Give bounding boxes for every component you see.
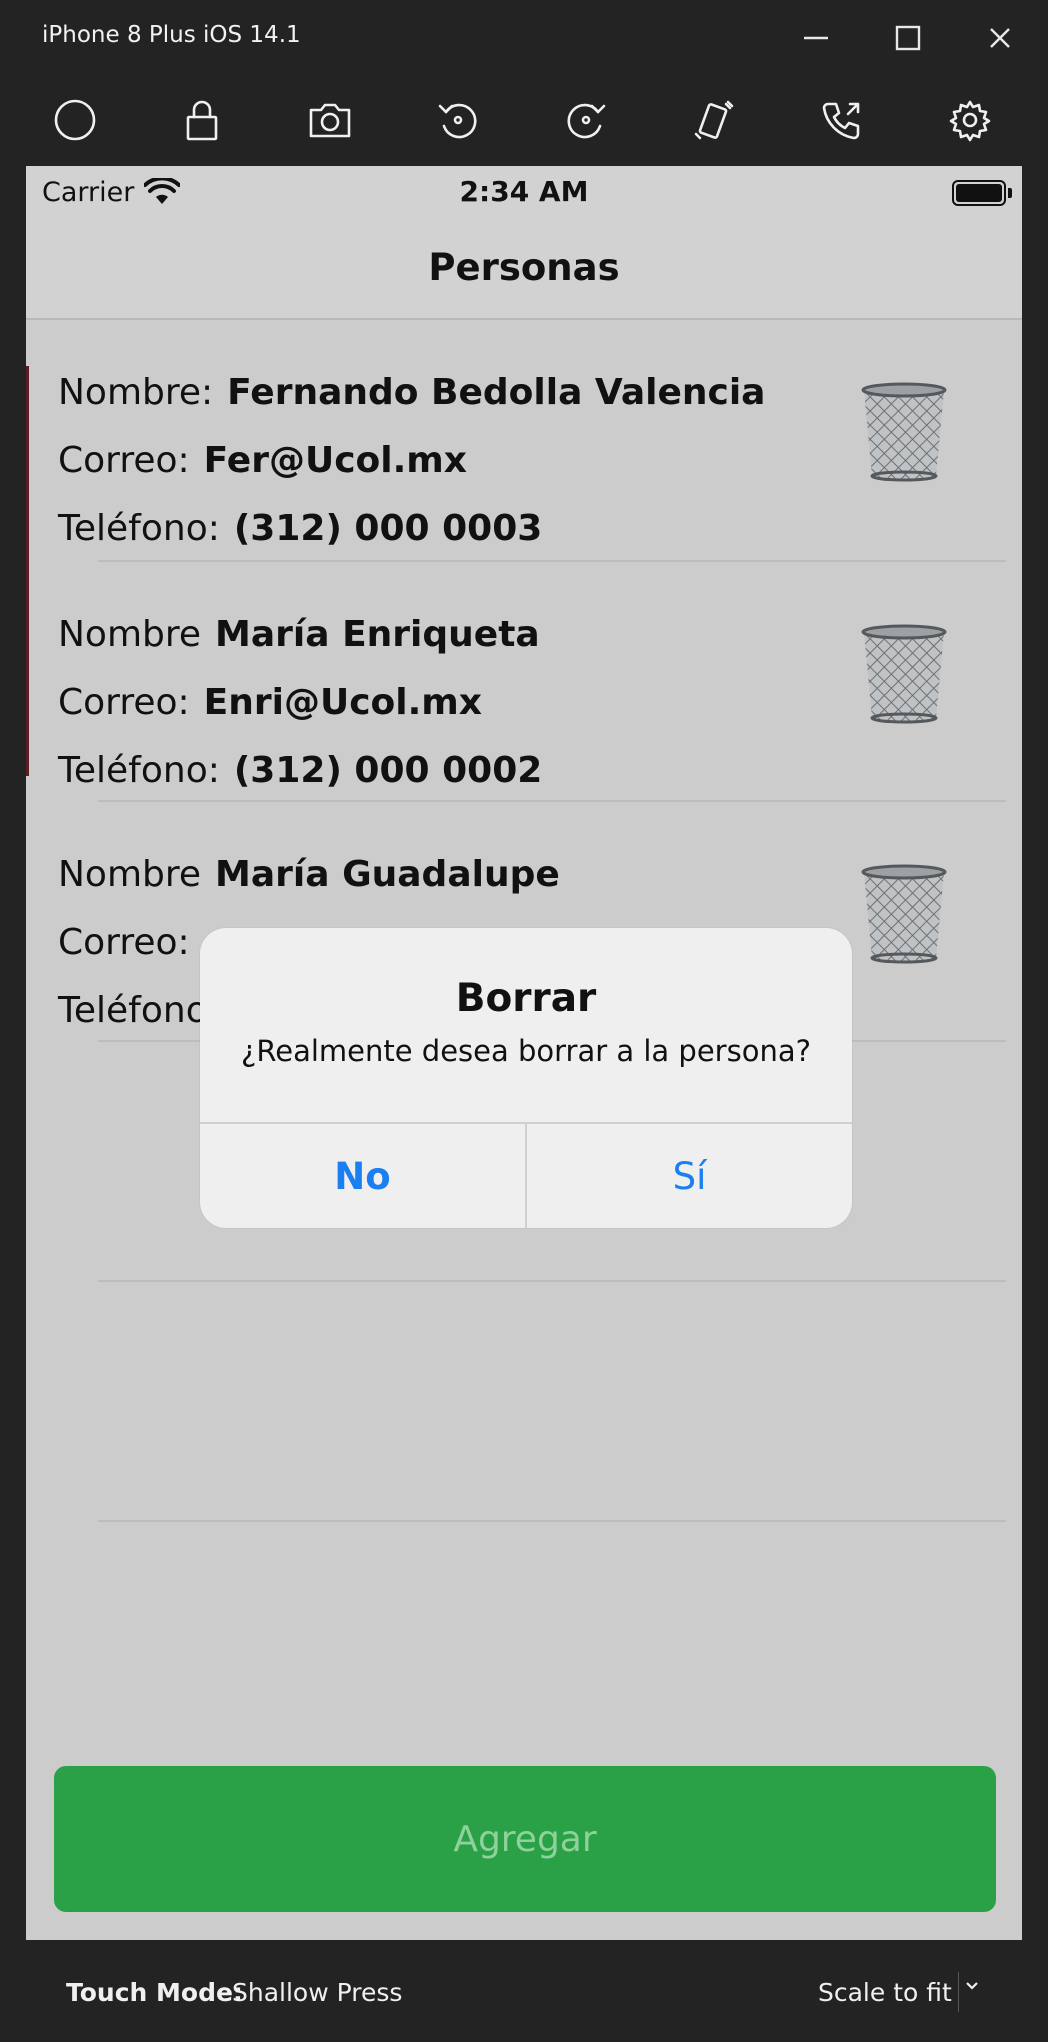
- device-screen: Carrier 2:34 AM Personas Nombre: Fernando…: [26, 166, 1022, 1940]
- minimize-button[interactable]: [786, 14, 846, 62]
- maximize-icon: [895, 25, 921, 51]
- window-title: iPhone 8 Plus iOS 14.1: [42, 22, 301, 48]
- delete-alert-dialog: Borrar ¿Realmente desea borrar a la pers…: [200, 928, 852, 1228]
- alert-no-button[interactable]: No: [200, 1124, 525, 1228]
- camera-icon: [309, 103, 351, 138]
- touch-mode-value[interactable]: Shallow Press: [232, 1978, 402, 2007]
- scale-to-fit-label[interactable]: Scale to fit: [818, 1978, 952, 2007]
- call-button[interactable]: [810, 88, 874, 152]
- shake-button[interactable]: [682, 88, 746, 152]
- scale-divider: [958, 1972, 959, 2012]
- rotate-left-button[interactable]: [426, 88, 490, 152]
- rotate-right-icon: [567, 103, 606, 139]
- touch-mode-label: Touch Mode:: [66, 1978, 243, 2007]
- close-icon: [990, 28, 1010, 48]
- maximize-button[interactable]: [878, 14, 938, 62]
- screenshot-button[interactable]: [298, 88, 362, 152]
- minimize-icon: [804, 36, 828, 40]
- simulator-toolbar: [0, 74, 1048, 166]
- settings-button[interactable]: [938, 88, 1002, 152]
- window-titlebar: iPhone 8 Plus iOS 14.1: [0, 0, 1048, 74]
- home-button[interactable]: [43, 88, 107, 152]
- chevron-down-icon[interactable]: [962, 1976, 982, 1996]
- gear-icon: [949, 100, 991, 142]
- lock-icon: [186, 100, 218, 141]
- alert-message: ¿Realmente desea borrar a la persona?: [240, 1034, 811, 1068]
- rotate-left-icon: [438, 103, 477, 139]
- simulator-bottom-bar: Touch Mode: Shallow Press Scale to fit: [0, 1940, 1048, 2042]
- alert-title: Borrar: [455, 976, 597, 1021]
- home-icon: [54, 99, 96, 141]
- lock-button[interactable]: [170, 88, 234, 152]
- rotate-right-button[interactable]: [554, 88, 618, 152]
- shake-icon: [694, 100, 734, 140]
- close-button[interactable]: [970, 14, 1030, 62]
- alert-yes-button[interactable]: Sí: [527, 1124, 852, 1228]
- phone-call-icon: [822, 102, 860, 140]
